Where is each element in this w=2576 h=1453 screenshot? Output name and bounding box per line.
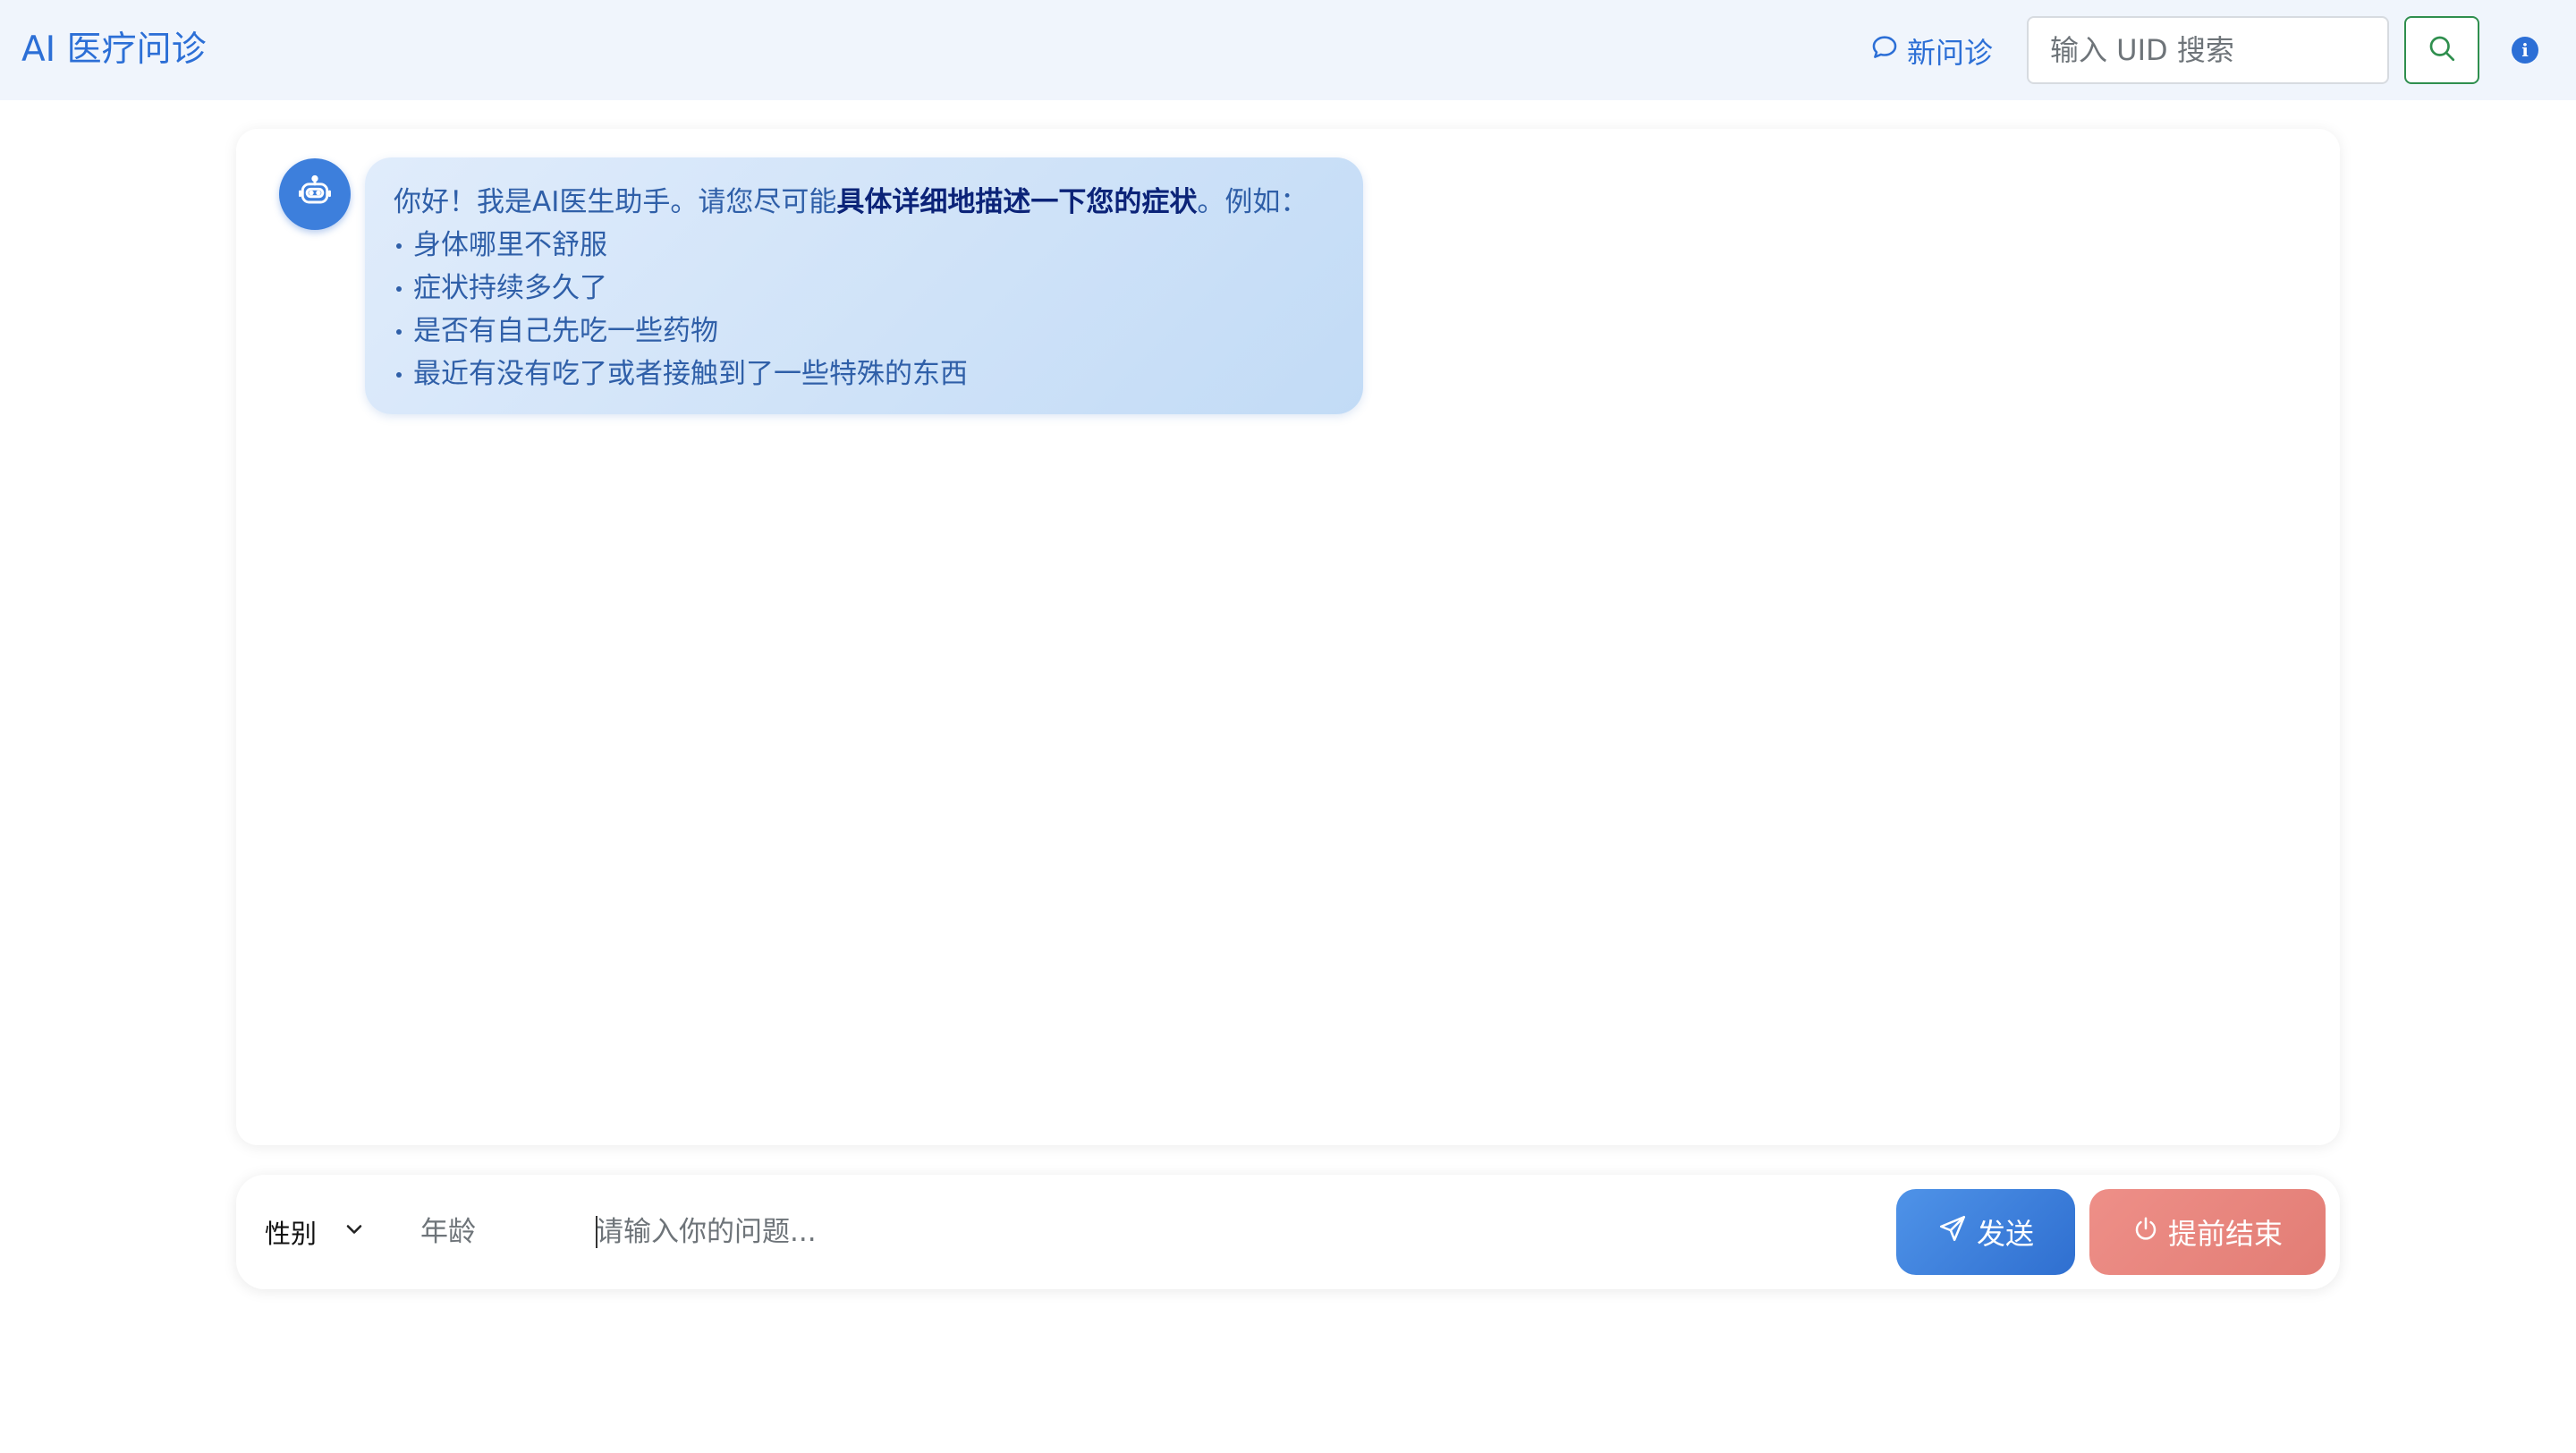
app-title: AI 医疗问诊	[21, 30, 207, 70]
send-icon	[1937, 1213, 1968, 1251]
gender-select[interactable]: 性别	[265, 1203, 390, 1261]
new-consultation-button[interactable]: 新问诊	[1869, 30, 1993, 72]
age-input[interactable]	[420, 1203, 555, 1261]
info-icon[interactable]: i	[2512, 37, 2538, 64]
search-button[interactable]	[2404, 16, 2479, 84]
chat-panel: 你好！我是AI医生助手。请您尽可能具体详细地描述一下您的症状。例如： 身体哪里不…	[236, 129, 2340, 1145]
question-input[interactable]	[596, 1203, 2116, 1261]
symptom-examples-list: 身体哪里不舒服 症状持续多久了 是否有自己先吃一些药物 最近有没有吃了或者接触到…	[394, 224, 1335, 395]
message-intro: 你好！我是AI医生助手。请您尽可能具体详细地描述一下您的症状。例如：	[394, 181, 1335, 224]
power-icon	[2132, 1215, 2159, 1249]
list-item: 是否有自己先吃一些药物	[394, 310, 1335, 353]
text-caret	[596, 1216, 597, 1248]
list-item: 症状持续多久了	[394, 267, 1335, 310]
end-early-label: 提前结束	[2167, 1217, 2283, 1251]
input-bar: 性别 发送 提前结束	[236, 1175, 2340, 1289]
send-button[interactable]: 发送	[1896, 1189, 2075, 1275]
end-early-button[interactable]: 提前结束	[2089, 1189, 2326, 1275]
intro-suffix: 。例如：	[1197, 186, 1309, 218]
uid-search-input[interactable]	[2027, 16, 2389, 84]
gender-select-label: 性别	[265, 1219, 318, 1249]
top-header: AI 医疗问诊 新问诊 i	[0, 0, 2576, 100]
search-icon	[2426, 32, 2458, 68]
intro-text: 你好！我是AI医生助手。请您尽可能	[394, 186, 837, 218]
new-consultation-label: 新问诊	[1907, 36, 1994, 70]
intro-emphasis: 具体详细地描述一下您的症状	[836, 186, 1198, 218]
bot-avatar	[279, 158, 351, 230]
chat-bubble-icon	[1869, 32, 1900, 70]
assistant-message-bubble: 你好！我是AI医生助手。请您尽可能具体详细地描述一下您的症状。例如： 身体哪里不…	[365, 157, 1363, 414]
list-item: 最近有没有吃了或者接触到了一些特殊的东西	[394, 353, 1335, 395]
list-item: 身体哪里不舒服	[394, 224, 1335, 267]
send-button-label: 发送	[1976, 1217, 2034, 1251]
robot-icon	[295, 173, 335, 216]
chevron-down-icon	[342, 1217, 367, 1248]
